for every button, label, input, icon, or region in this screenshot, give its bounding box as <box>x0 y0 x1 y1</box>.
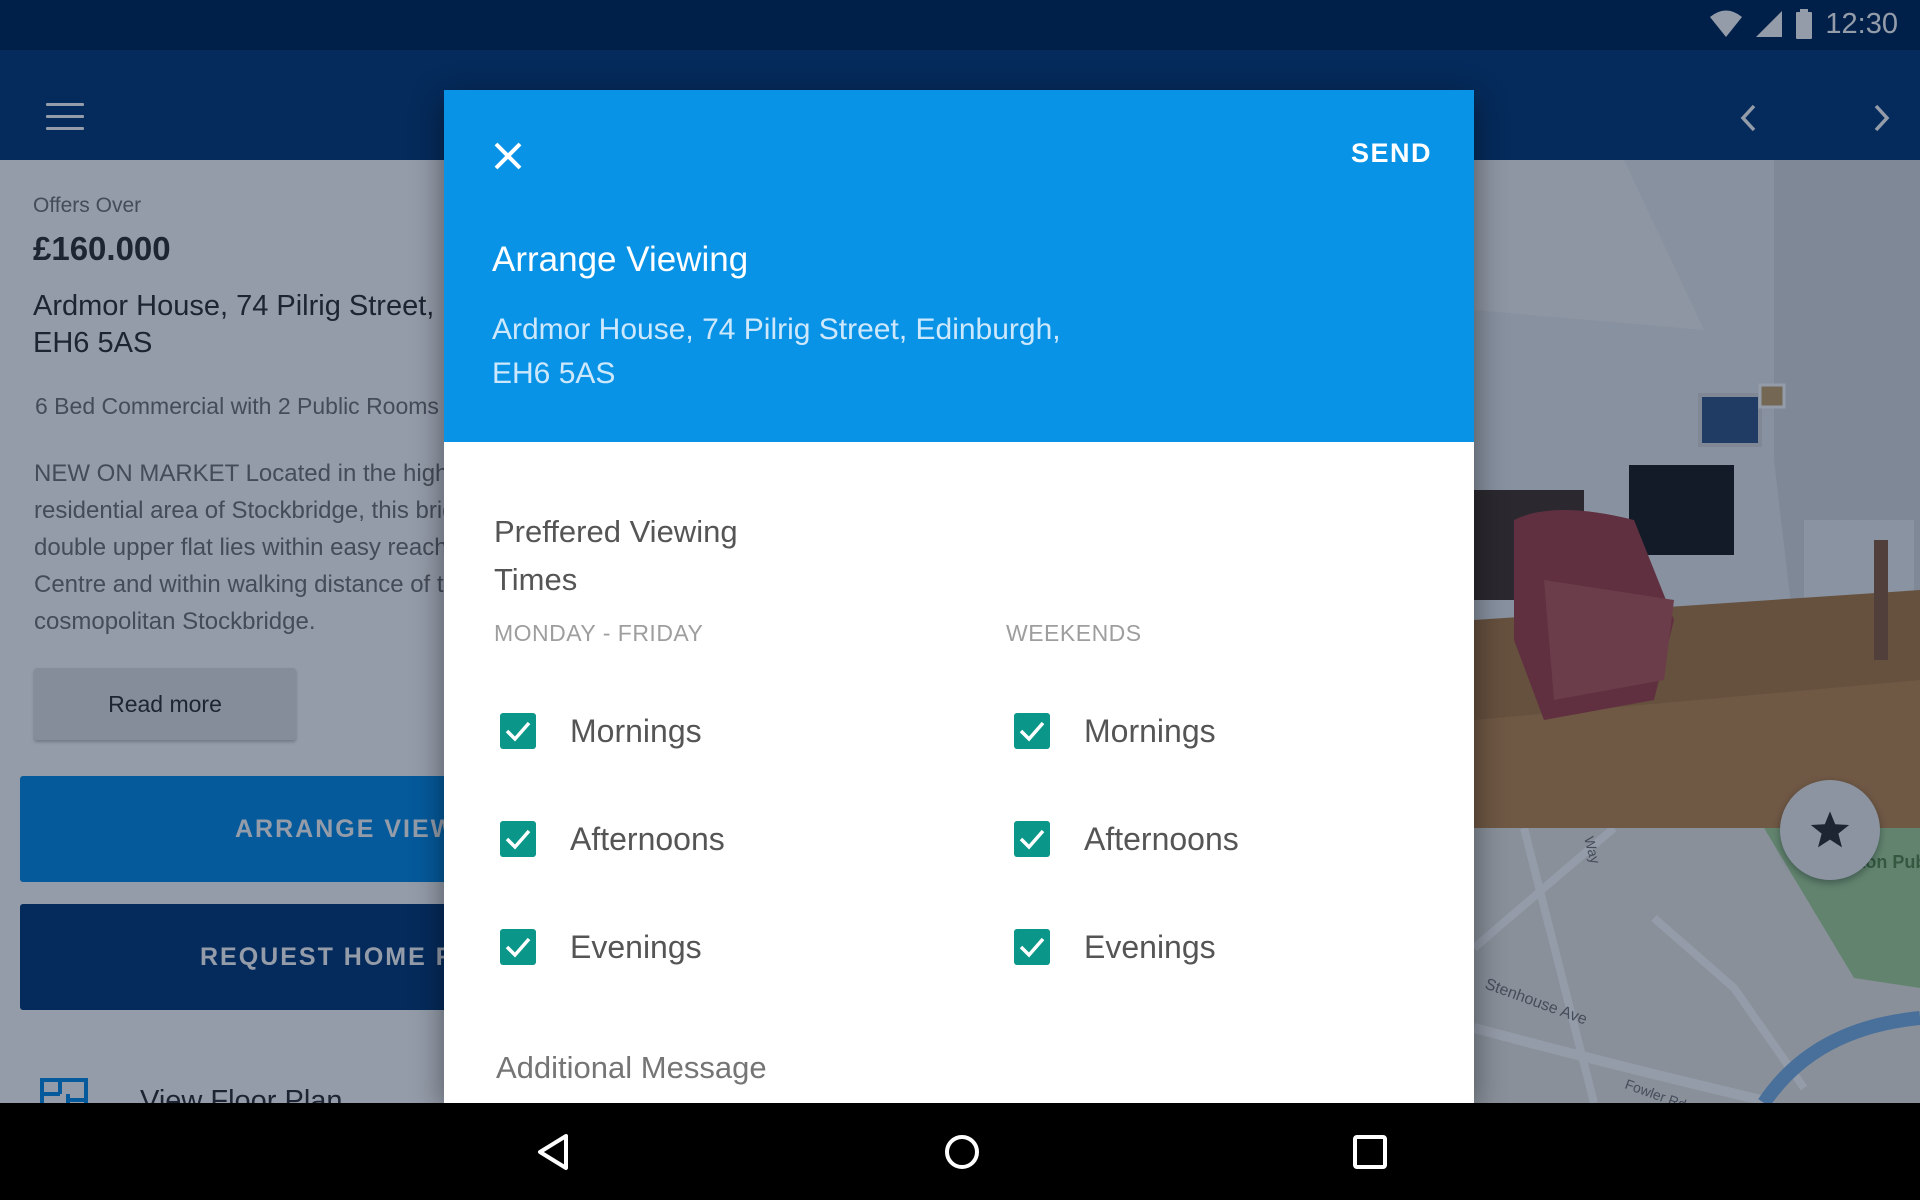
check-icon <box>1019 937 1045 958</box>
close-button[interactable] <box>484 132 532 180</box>
check-icon <box>505 937 531 958</box>
weekday-header: MONDAY - FRIDAY <box>494 620 704 646</box>
dialog-title: Arrange Viewing <box>492 240 749 279</box>
check-icon <box>1019 829 1045 850</box>
weekday-mornings-checkbox[interactable]: Mornings <box>500 707 702 755</box>
weekday-evenings-checkbox[interactable]: Evenings <box>500 923 702 971</box>
checkbox-checked[interactable] <box>1014 821 1050 857</box>
check-icon <box>505 829 531 850</box>
additional-message-input[interactable] <box>496 1050 1426 1086</box>
checkbox-label: Mornings <box>1084 712 1216 749</box>
check-icon <box>505 721 531 742</box>
checkbox-checked[interactable] <box>500 821 536 857</box>
dialog-address: Ardmor House, 74 Pilrig Street, Edinburg… <box>492 313 1061 390</box>
checkbox-label: Evenings <box>570 928 702 965</box>
weekend-afternoons-checkbox[interactable]: Afternoons <box>1014 815 1239 863</box>
weekend-header: WEEKENDS <box>1006 620 1142 646</box>
preferred-times-title: Preffered Viewing Times <box>494 514 738 597</box>
checkbox-label: Afternoons <box>570 820 725 857</box>
weekend-evenings-checkbox[interactable]: Evenings <box>1014 923 1216 971</box>
check-icon <box>1019 721 1045 742</box>
dialog-header: SEND Arrange Viewing Ardmor House, 74 Pi… <box>444 90 1474 442</box>
recents-icon[interactable] <box>1346 1128 1394 1176</box>
checkbox-checked[interactable] <box>1014 713 1050 749</box>
back-icon[interactable] <box>530 1128 578 1176</box>
checkbox-checked[interactable] <box>1014 929 1050 965</box>
weekend-mornings-checkbox[interactable]: Mornings <box>1014 707 1216 755</box>
close-icon <box>494 142 522 170</box>
checkbox-checked[interactable] <box>500 713 536 749</box>
weekday-afternoons-checkbox[interactable]: Afternoons <box>500 815 725 863</box>
send-button[interactable]: SEND <box>1351 138 1432 169</box>
checkbox-checked[interactable] <box>500 929 536 965</box>
checkbox-label: Evenings <box>1084 928 1216 965</box>
checkbox-label: Afternoons <box>1084 820 1239 857</box>
arrange-viewing-dialog: SEND Arrange Viewing Ardmor House, 74 Pi… <box>444 90 1474 1103</box>
home-icon[interactable] <box>938 1128 986 1176</box>
checkbox-label: Mornings <box>570 712 702 749</box>
